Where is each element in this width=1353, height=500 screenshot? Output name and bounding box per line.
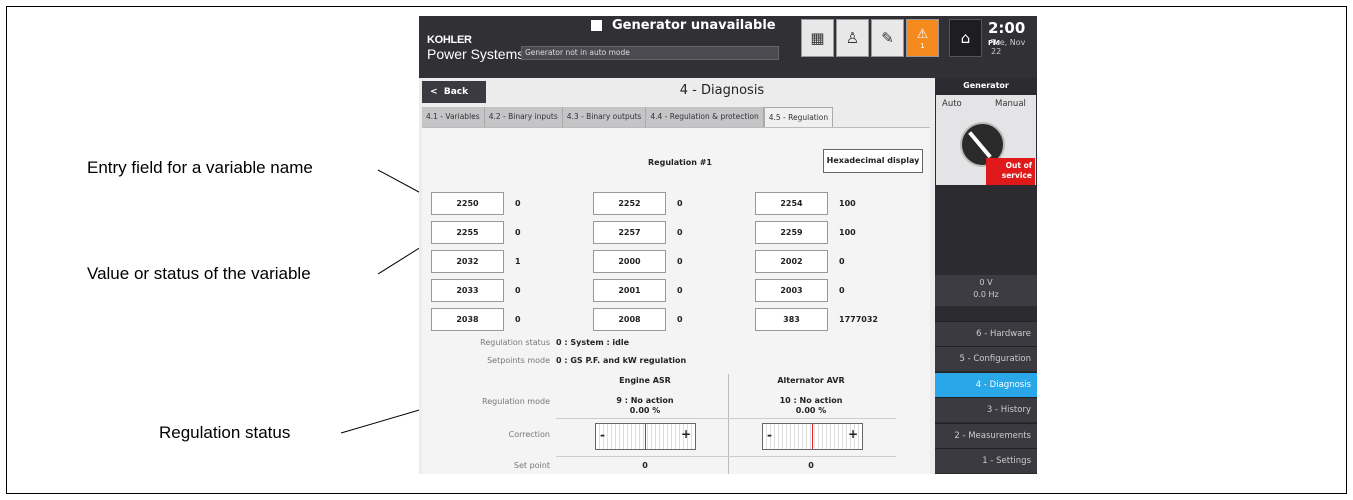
warning-triangle-icon: ⚠ xyxy=(916,26,929,42)
variable-name-field[interactable]: 2254 xyxy=(755,192,828,215)
tab-bar: 4.1 - Variables 4.2 - Binary inputs 4.3 … xyxy=(422,107,834,127)
variable-value: 100 xyxy=(839,199,856,208)
grid-icon[interactable]: ▦ xyxy=(801,19,834,57)
hexadecimal-display-button[interactable]: Hexadecimal display xyxy=(823,149,923,173)
variable-name-field[interactable]: 2001 xyxy=(593,279,666,302)
variable-value: 0 xyxy=(677,315,683,324)
clock-hours: 2:00 xyxy=(988,19,1026,37)
slider-plus[interactable]: + xyxy=(848,427,858,441)
variable-value: 0 xyxy=(677,199,683,208)
alternator-set-point: 0 xyxy=(808,461,814,470)
slider-center-marker xyxy=(645,424,646,449)
out-of-service-line2: service xyxy=(1001,171,1032,180)
variable-name-field[interactable]: 2250 xyxy=(431,192,504,215)
variable-name-field[interactable]: 2252 xyxy=(593,192,666,215)
nav-diagnosis[interactable]: 4 - Diagnosis xyxy=(935,372,1037,397)
nav-configuration[interactable]: 5 - Configuration xyxy=(935,346,1037,371)
variable-value: 0 xyxy=(515,199,521,208)
regulation-mode-label: Regulation mode xyxy=(482,397,550,406)
alternator-regulation-mode: 10 : No action xyxy=(779,396,843,405)
variable-name-field[interactable]: 2259 xyxy=(755,221,828,244)
alarm-count: 1 xyxy=(920,41,925,50)
out-of-service-button[interactable]: Out of service xyxy=(986,158,1035,185)
brand-logo-line1: KOHLER xyxy=(427,34,472,46)
variable-name-field[interactable]: 2000 xyxy=(593,250,666,273)
row-divider xyxy=(556,418,896,419)
variable-value: 0 xyxy=(677,228,683,237)
sub-status-field: Generator not in auto mode xyxy=(521,46,779,60)
back-label: Back xyxy=(443,87,469,97)
voltage-readout: 0 V xyxy=(979,278,993,287)
engine-asr-title: Engine ASR xyxy=(619,376,671,385)
slider-minus[interactable]: - xyxy=(600,428,605,442)
variable-name-field[interactable]: 2008 xyxy=(593,308,666,331)
regulation-status-value: 0 : System : idle xyxy=(556,338,630,347)
frequency-readout: 0.0 Hz xyxy=(973,290,999,299)
mode-manual-label[interactable]: Manual xyxy=(995,99,1026,109)
alternator-regulation-percent: 0.00 % xyxy=(795,406,827,415)
alternator-correction-slider[interactable]: - + xyxy=(762,423,863,450)
clock-date: Tue, Nov 22 xyxy=(991,38,1026,56)
page-title: 4 - Diagnosis xyxy=(679,83,765,98)
variable-name-field[interactable]: 2038 xyxy=(431,308,504,331)
tab-binary-outputs[interactable]: 4.3 - Binary outputs xyxy=(562,107,647,127)
brand-logo-line2: Power Systems xyxy=(427,46,525,62)
home-icon[interactable]: ⌂ xyxy=(949,19,982,57)
status-square-icon xyxy=(591,20,602,31)
variable-name-field[interactable]: 2033 xyxy=(431,279,504,302)
variable-name-field[interactable]: 2257 xyxy=(593,221,666,244)
variable-value: 1777032 xyxy=(839,315,878,324)
slider-plus[interactable]: + xyxy=(681,427,691,441)
slider-minus[interactable]: - xyxy=(767,428,772,442)
row-divider xyxy=(556,456,896,457)
variable-value: 0 xyxy=(677,257,683,266)
engine-set-point: 0 xyxy=(642,461,648,470)
tab-regulation-protection[interactable]: 4.4 - Regulation & protection xyxy=(646,107,764,127)
variable-value: 0 xyxy=(677,286,683,295)
variable-name-field[interactable]: 2003 xyxy=(755,279,828,302)
variable-value: 0 xyxy=(515,315,521,324)
alternator-avr-title: Alternator AVR xyxy=(777,376,845,385)
column-divider xyxy=(728,374,729,474)
tab-regulation[interactable]: 4.5 - Regulation xyxy=(763,107,834,127)
variable-value: 0 xyxy=(515,228,521,237)
variable-name-field[interactable]: 383 xyxy=(755,308,828,331)
status-title-text: Generator unavailable xyxy=(612,18,776,33)
nav-hardware[interactable]: 6 - Hardware xyxy=(935,321,1037,346)
tab-binary-inputs[interactable]: 4.2 - Binary inputs xyxy=(484,107,563,127)
nav-measurements[interactable]: 2 - Measurements xyxy=(935,423,1037,448)
engine-regulation-percent: 0.00 % xyxy=(629,406,661,415)
setpoints-mode-value: 0 : GS P.F. and kW regulation xyxy=(556,356,687,365)
back-chevron-icon: < xyxy=(430,87,438,97)
variable-value: 100 xyxy=(839,228,856,237)
alarm-icon[interactable]: ⚠ 1 xyxy=(906,19,939,57)
variable-value: 0 xyxy=(515,286,521,295)
mode-auto-label[interactable]: Auto xyxy=(942,99,962,109)
variable-name-field[interactable]: 2002 xyxy=(755,250,828,273)
engine-correction-slider[interactable]: - + xyxy=(595,423,696,450)
variable-value: 1 xyxy=(515,257,521,266)
set-point-label: Set point xyxy=(513,461,550,470)
engine-regulation-mode: 9 : No action xyxy=(616,396,674,405)
generator-status-title: Generator unavailable xyxy=(591,18,776,33)
regulation-title: Regulation #1 xyxy=(648,158,712,167)
setpoints-mode-label: Setpoints mode xyxy=(487,356,550,365)
variable-name-field[interactable]: 2032 xyxy=(431,250,504,273)
variable-value: 0 xyxy=(839,257,845,266)
nav-history[interactable]: 3 - History xyxy=(935,397,1037,422)
back-button[interactable]: < Back xyxy=(422,81,486,103)
slider-center-marker xyxy=(812,424,813,449)
tools-icon[interactable]: ✎ xyxy=(871,19,904,57)
out-of-service-line1: Out of xyxy=(1005,161,1032,170)
variable-value: 0 xyxy=(839,286,845,295)
correction-label: Correction xyxy=(508,430,550,439)
user-icon[interactable]: ♙ xyxy=(836,19,869,57)
regulation-status-label: Regulation status xyxy=(480,338,550,347)
generator-title: Generator xyxy=(963,81,1009,90)
variable-name-field[interactable]: 2255 xyxy=(431,221,504,244)
nav-settings[interactable]: 1 - Settings xyxy=(935,448,1037,473)
tab-variables[interactable]: 4.1 - Variables xyxy=(422,107,485,127)
